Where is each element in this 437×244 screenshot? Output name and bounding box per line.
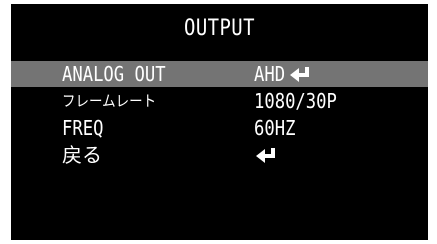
menu-item-label: ANALOG OUT xyxy=(62,62,166,86)
menu-item-value xyxy=(254,142,278,168)
menu-item-analog-out[interactable]: ANALOG OUT AHD xyxy=(11,61,428,87)
menu-item-freq[interactable]: FREQ 60HZ xyxy=(11,115,428,141)
osd-menu: OUTPUT ANALOG OUT AHD フレームレート 1080/30P F… xyxy=(11,4,428,240)
frame-rate-value: 1080/30P xyxy=(254,89,337,113)
enter-arrow-icon xyxy=(288,66,312,82)
menu-item-value: 1080/30P xyxy=(254,88,350,114)
menu-title: OUTPUT xyxy=(184,16,255,41)
menu-item-value: 60HZ xyxy=(254,115,302,141)
menu-item-label: フレームレート xyxy=(62,92,157,110)
menu-item-label: 戻る xyxy=(62,143,102,167)
menu-item-frame-rate[interactable]: フレームレート 1080/30P xyxy=(11,88,428,114)
menu-item-value: AHD xyxy=(254,61,312,87)
menu-list: ANALOG OUT AHD フレームレート 1080/30P FREQ 60H… xyxy=(11,61,428,169)
enter-arrow-icon xyxy=(254,147,278,163)
menu-item-back[interactable]: 戻る xyxy=(11,142,428,168)
freq-value: 60HZ xyxy=(254,116,296,140)
analog-out-value: AHD xyxy=(254,62,286,86)
menu-item-label: FREQ xyxy=(62,116,104,140)
screen: OUTPUT ANALOG OUT AHD フレームレート 1080/30P F… xyxy=(0,0,437,244)
